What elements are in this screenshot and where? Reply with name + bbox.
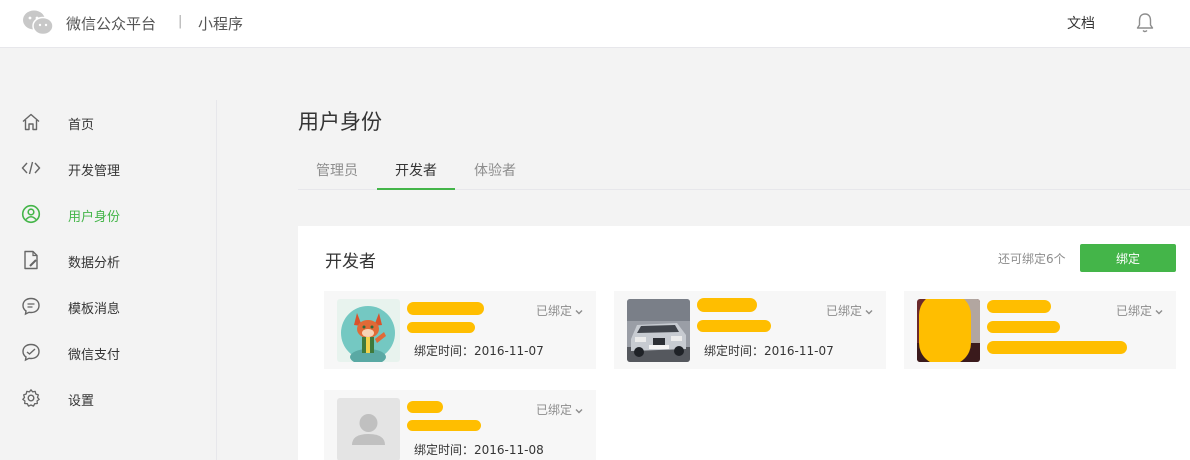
member-card: 已绑定 绑定时间：2016-11-07 [324, 291, 596, 369]
bind-time: 绑定时间：2016-11-08 [414, 443, 544, 457]
bind-status-dropdown[interactable]: 已绑定 [1116, 302, 1163, 319]
sidebar-item-label: 用户身份 [68, 210, 121, 225]
bind-status-label: 已绑定 [825, 304, 862, 318]
tab-tester[interactable]: 体验者 [456, 154, 534, 190]
sidebar-item-label: 数据分析 [68, 256, 121, 271]
brand-separator: | [178, 14, 183, 29]
code-icon [21, 161, 41, 175]
document-chart-icon [24, 250, 38, 270]
panel-title: 开发者 [325, 252, 376, 272]
page-title: 用户身份 [298, 110, 382, 134]
bind-time: 绑定时间：2016-11-07 [704, 344, 834, 358]
home-icon [22, 113, 40, 131]
tab-developer[interactable]: 开发者 [377, 154, 455, 190]
sidebar-item-label: 开发管理 [68, 164, 121, 179]
payment-icon [22, 343, 40, 362]
tab-admin[interactable]: 管理员 [298, 154, 376, 190]
developer-panel: 开发者 还可绑定6个 绑定 已绑定 绑定时间：2016-11-07 已绑定 绑定… [298, 226, 1190, 460]
sidebar-item-data-analysis[interactable]: 数据分析 [0, 239, 216, 279]
default-person-avatar [337, 398, 400, 460]
tab-bar: 管理员 开发者 体验者 [298, 154, 1190, 190]
brand-name[interactable]: 微信公众平台 [66, 13, 156, 34]
member-card: 已绑定 绑定时间：2016-11-08 [324, 390, 596, 460]
sidebar-item-label: 微信支付 [68, 348, 121, 363]
sidebar-item-label: 设置 [68, 394, 95, 409]
sidebar-item-label: 模板消息 [68, 302, 121, 317]
sidebar-item-wechat-pay[interactable]: 微信支付 [0, 331, 216, 371]
chevron-down-icon [865, 309, 873, 314]
chevron-down-icon [1155, 309, 1163, 314]
docs-link[interactable]: 文档 [1067, 13, 1095, 33]
sidebar-item-dev-management[interactable]: 开发管理 [0, 147, 216, 187]
redacted-id [407, 322, 475, 333]
bind-time: 绑定时间：2016-11-07 [414, 344, 544, 358]
sidebar-item-template-messages[interactable]: 模板消息 [0, 285, 216, 325]
chevron-down-icon [575, 309, 583, 314]
cartoon-fox-avatar [337, 299, 400, 362]
bind-status-label: 已绑定 [1115, 304, 1152, 318]
sidebar-item-user-identity[interactable]: 用户身份 [0, 193, 216, 233]
bind-status-dropdown[interactable]: 已绑定 [826, 302, 873, 319]
gear-icon [22, 389, 40, 407]
bell-icon[interactable] [1135, 12, 1155, 34]
bind-status-dropdown[interactable]: 已绑定 [536, 302, 583, 319]
bind-status-dropdown[interactable]: 已绑定 [536, 401, 583, 418]
sidebar-item-settings[interactable]: 设置 [0, 377, 216, 417]
redacted-name [697, 298, 757, 312]
redacted-id [987, 321, 1060, 333]
user-circle-icon [21, 204, 41, 224]
member-card: 已绑定 [904, 291, 1176, 369]
redacted-id [407, 420, 481, 431]
sidebar-item-home[interactable]: 首页 [0, 101, 216, 141]
product-name: 小程序 [198, 15, 244, 33]
photo-avatar [917, 299, 980, 362]
top-bar: 微信公众平台 | 小程序 文档 [0, 0, 1190, 48]
bind-status-label: 已绑定 [535, 403, 572, 417]
bind-button[interactable]: 绑定 [1080, 244, 1176, 272]
wechat-logo-icon[interactable] [22, 9, 54, 37]
chevron-down-icon [575, 408, 583, 413]
redacted-name [407, 401, 443, 413]
message-bubble-icon [22, 297, 40, 316]
redacted-id [697, 320, 771, 332]
redacted-bind-time [987, 341, 1127, 354]
bind-status-label: 已绑定 [535, 304, 572, 318]
redacted-name [987, 300, 1051, 313]
member-card: 已绑定 绑定时间：2016-11-07 [614, 291, 886, 369]
redacted-name [407, 302, 484, 315]
remaining-bind-count: 还可绑定6个 [998, 252, 1066, 266]
car-photo-avatar [627, 299, 690, 362]
sidebar: 首页 开发管理 用户身份 数据分析 模板消息 微信支付 设置 [0, 100, 217, 460]
sidebar-item-label: 首页 [68, 118, 95, 133]
redacted-face [919, 299, 971, 362]
